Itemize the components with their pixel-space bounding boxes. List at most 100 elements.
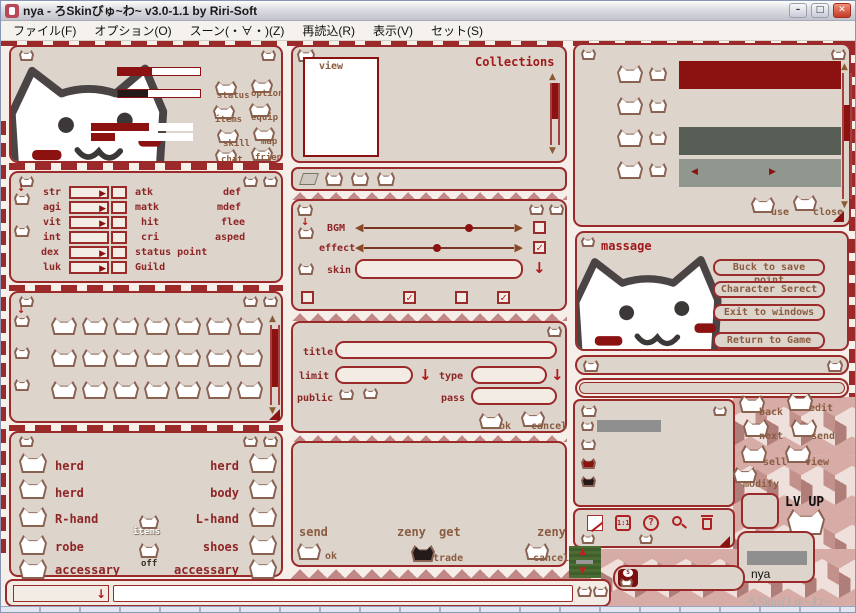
effect-slider-thumb[interactable] — [433, 244, 442, 252]
cat-icon[interactable] — [14, 225, 30, 237]
cat-icon[interactable] — [581, 405, 597, 417]
option-checkbox-2[interactable]: ✓ — [403, 291, 416, 304]
scroll-up-icon[interactable] — [269, 315, 276, 324]
minimap-down-icon[interactable] — [579, 567, 586, 576]
cat-icon[interactable] — [529, 204, 544, 215]
public-toggle-off[interactable] — [363, 388, 378, 399]
close-button[interactable]: ✕ — [833, 3, 851, 18]
exit-to-windows-button[interactable]: Exit to windows — [713, 304, 825, 321]
item-slot[interactable] — [237, 317, 263, 335]
stat-value-luk[interactable] — [69, 261, 109, 274]
item-slot[interactable] — [175, 349, 201, 367]
cat-icon[interactable] — [298, 263, 314, 275]
item-slot[interactable] — [175, 317, 201, 335]
list-item-cat[interactable] — [581, 439, 596, 450]
stat-value-dex[interactable] — [69, 246, 109, 259]
equip-slot-robe[interactable] — [19, 535, 47, 555]
pass-input[interactable] — [471, 387, 557, 405]
list-bar-1[interactable] — [679, 61, 841, 89]
card-icon[interactable] — [299, 173, 319, 185]
limit-dropdown-icon[interactable] — [419, 368, 432, 383]
chat-target-select[interactable] — [13, 585, 109, 602]
item-slot[interactable] — [144, 317, 170, 335]
cat-icon[interactable] — [243, 296, 258, 307]
minimap-zoom-bar[interactable] — [576, 560, 593, 564]
cat-icon[interactable] — [827, 360, 843, 372]
stat-value-agi[interactable] — [69, 201, 109, 214]
item-slot[interactable] — [82, 317, 108, 335]
bar-right-icon[interactable] — [769, 168, 776, 177]
cat-icon[interactable] — [831, 49, 846, 60]
stat-add-agi[interactable] — [111, 201, 127, 214]
item-slot[interactable] — [206, 381, 232, 399]
resize-grip[interactable] — [833, 211, 844, 222]
list-row-cat[interactable] — [617, 65, 643, 83]
cat-icon[interactable] — [547, 326, 562, 337]
value-bar[interactable] — [747, 551, 807, 565]
cat-icon[interactable] — [713, 406, 727, 416]
chat-dropdown-icon[interactable] — [96, 587, 106, 602]
trade-button[interactable] — [411, 545, 435, 562]
selected-item-bar[interactable] — [597, 420, 661, 432]
chat-input[interactable] — [113, 585, 573, 602]
resize-grip[interactable] — [269, 409, 280, 420]
cat-icon[interactable] — [263, 436, 278, 447]
item-slot[interactable] — [237, 381, 263, 399]
list-row-cat-small[interactable] — [649, 67, 667, 81]
minimap[interactable] — [569, 546, 601, 578]
menu-set[interactable]: セット(S) — [423, 20, 491, 41]
item-list-scrollbar[interactable] — [842, 73, 852, 199]
list-bar-3[interactable] — [679, 127, 841, 155]
minimize-button[interactable]: – — [789, 3, 807, 18]
bar-left-icon[interactable] — [691, 168, 698, 177]
off-toggle-button[interactable] — [139, 543, 159, 558]
skin-dropdown-icon[interactable] — [533, 261, 546, 276]
actual-size-icon[interactable]: 1:1 — [615, 515, 631, 531]
stat-value-str[interactable] — [69, 186, 109, 199]
minimap-up-icon[interactable] — [579, 548, 586, 557]
menu-view[interactable]: 表示(V) — [365, 20, 421, 41]
list-row-cat[interactable] — [617, 161, 643, 179]
item-slot[interactable] — [51, 381, 77, 399]
title-input[interactable] — [335, 341, 557, 359]
item-slot[interactable] — [113, 317, 139, 335]
list-item-cat[interactable] — [581, 421, 594, 431]
list-row-cat-small[interactable] — [649, 163, 667, 177]
return-to-game-button[interactable]: Return to Game — [713, 332, 825, 349]
cat-icon[interactable] — [593, 586, 608, 597]
cat-icon[interactable] — [581, 49, 596, 60]
cat-icon[interactable] — [577, 586, 592, 597]
cat-icon[interactable] — [263, 176, 278, 187]
cat-icon[interactable] — [243, 176, 258, 187]
option-checkbox-3[interactable] — [455, 291, 468, 304]
type-input[interactable] — [471, 366, 547, 384]
item-slot[interactable] — [51, 349, 77, 367]
item-slot[interactable] — [144, 349, 170, 367]
search-icon[interactable] — [671, 515, 687, 531]
view-box[interactable] — [303, 57, 379, 157]
item-slot[interactable] — [237, 349, 263, 367]
cat-icon[interactable] — [14, 347, 30, 359]
effect-slider[interactable] — [355, 241, 523, 255]
option-checkbox-4[interactable]: ✓ — [497, 291, 510, 304]
stat-value-int[interactable] — [69, 231, 109, 244]
list-item-cat-red[interactable] — [581, 458, 596, 469]
title-bar[interactable]: nya - ろSkinびゅ~わ~ v3.0-1.1 by Riri-Soft –… — [1, 1, 855, 21]
equip-slot-head-r[interactable] — [249, 453, 277, 473]
equip-slot-shoes[interactable] — [249, 535, 277, 555]
trade-ok-button[interactable] — [297, 543, 321, 560]
cat-icon[interactable] — [14, 379, 30, 391]
equip-slot-head-top[interactable] — [19, 453, 47, 473]
stat-add-int[interactable] — [111, 231, 127, 244]
collections-scrollbar[interactable] — [550, 83, 560, 145]
scroll-thumb[interactable] — [552, 83, 558, 119]
cat-icon[interactable] — [19, 436, 34, 447]
item-slot[interactable] — [51, 317, 77, 335]
menu-option[interactable]: オプション(O) — [86, 20, 179, 41]
item-slot[interactable] — [144, 381, 170, 399]
item-slot[interactable] — [113, 381, 139, 399]
cat-icon[interactable] — [325, 172, 343, 186]
bgm-slider-thumb[interactable] — [465, 224, 474, 232]
scroll-up-icon[interactable] — [549, 73, 556, 82]
cat-icon[interactable] — [581, 237, 595, 247]
